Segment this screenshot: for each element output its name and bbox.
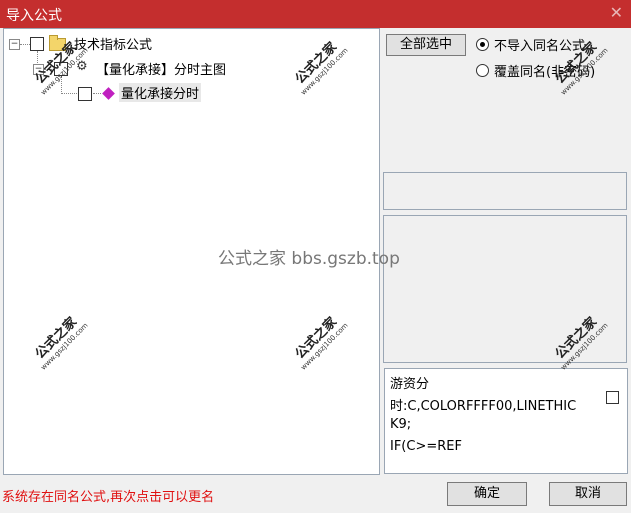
preview-checkbox[interactable] bbox=[606, 391, 619, 404]
preview-line: K9; bbox=[390, 417, 412, 432]
select-all-button[interactable]: 全部选中 bbox=[386, 34, 466, 56]
radio-overwrite[interactable] bbox=[476, 64, 489, 77]
window-title: 导入公式 bbox=[6, 8, 62, 24]
titlebar: 导入公式 ✕ bbox=[0, 0, 631, 28]
watermark-text: 公式之家 bbs.gszb.top bbox=[218, 249, 400, 269]
info-field bbox=[383, 172, 627, 210]
preview-line: 游资分 bbox=[390, 377, 430, 392]
preview-line: IF(C>=REF bbox=[390, 439, 462, 454]
root-expander-icon[interactable]: − bbox=[9, 39, 20, 50]
ok-button[interactable]: 确定 bbox=[447, 482, 527, 506]
tree-leaf-label[interactable]: 量化承接分时 bbox=[119, 83, 202, 102]
root-checkbox[interactable] bbox=[30, 37, 44, 51]
preview-line: 时:C,COLORFFFF00,LINETHIC bbox=[390, 399, 577, 414]
status-message: 系统存在同名公式,再次点击可以更名 bbox=[2, 490, 215, 505]
close-icon[interactable]: ✕ bbox=[610, 3, 623, 22]
radio-no-import[interactable] bbox=[476, 38, 489, 51]
cancel-button[interactable]: 取消 bbox=[549, 482, 627, 506]
tree-connector bbox=[20, 44, 30, 45]
import-formula-dialog: 导入公式 ✕ − 技术指标公式 − ⚙ 【量化承接】分时主图 量化承接分时 全部… bbox=[0, 0, 631, 513]
